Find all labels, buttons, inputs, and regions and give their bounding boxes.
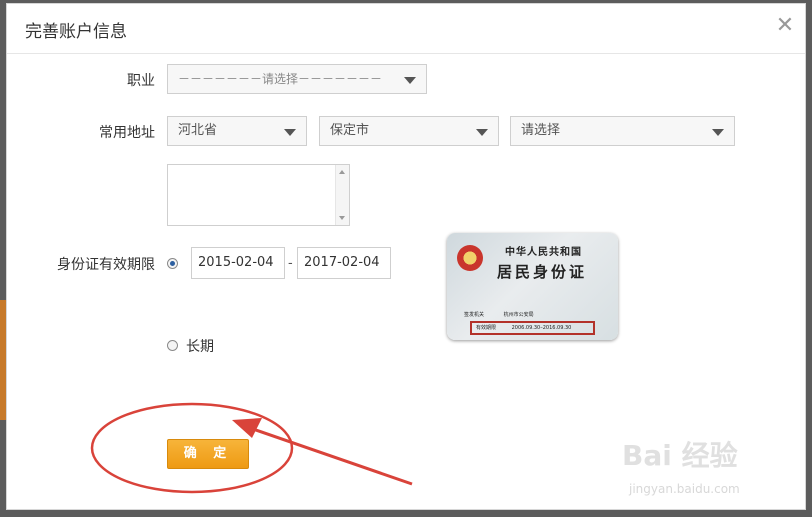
annotation-ellipse	[90, 402, 294, 494]
annotation-arrow-line	[249, 426, 413, 486]
annotation-overlay	[90, 402, 413, 494]
annotation-arrow-head	[232, 418, 262, 438]
